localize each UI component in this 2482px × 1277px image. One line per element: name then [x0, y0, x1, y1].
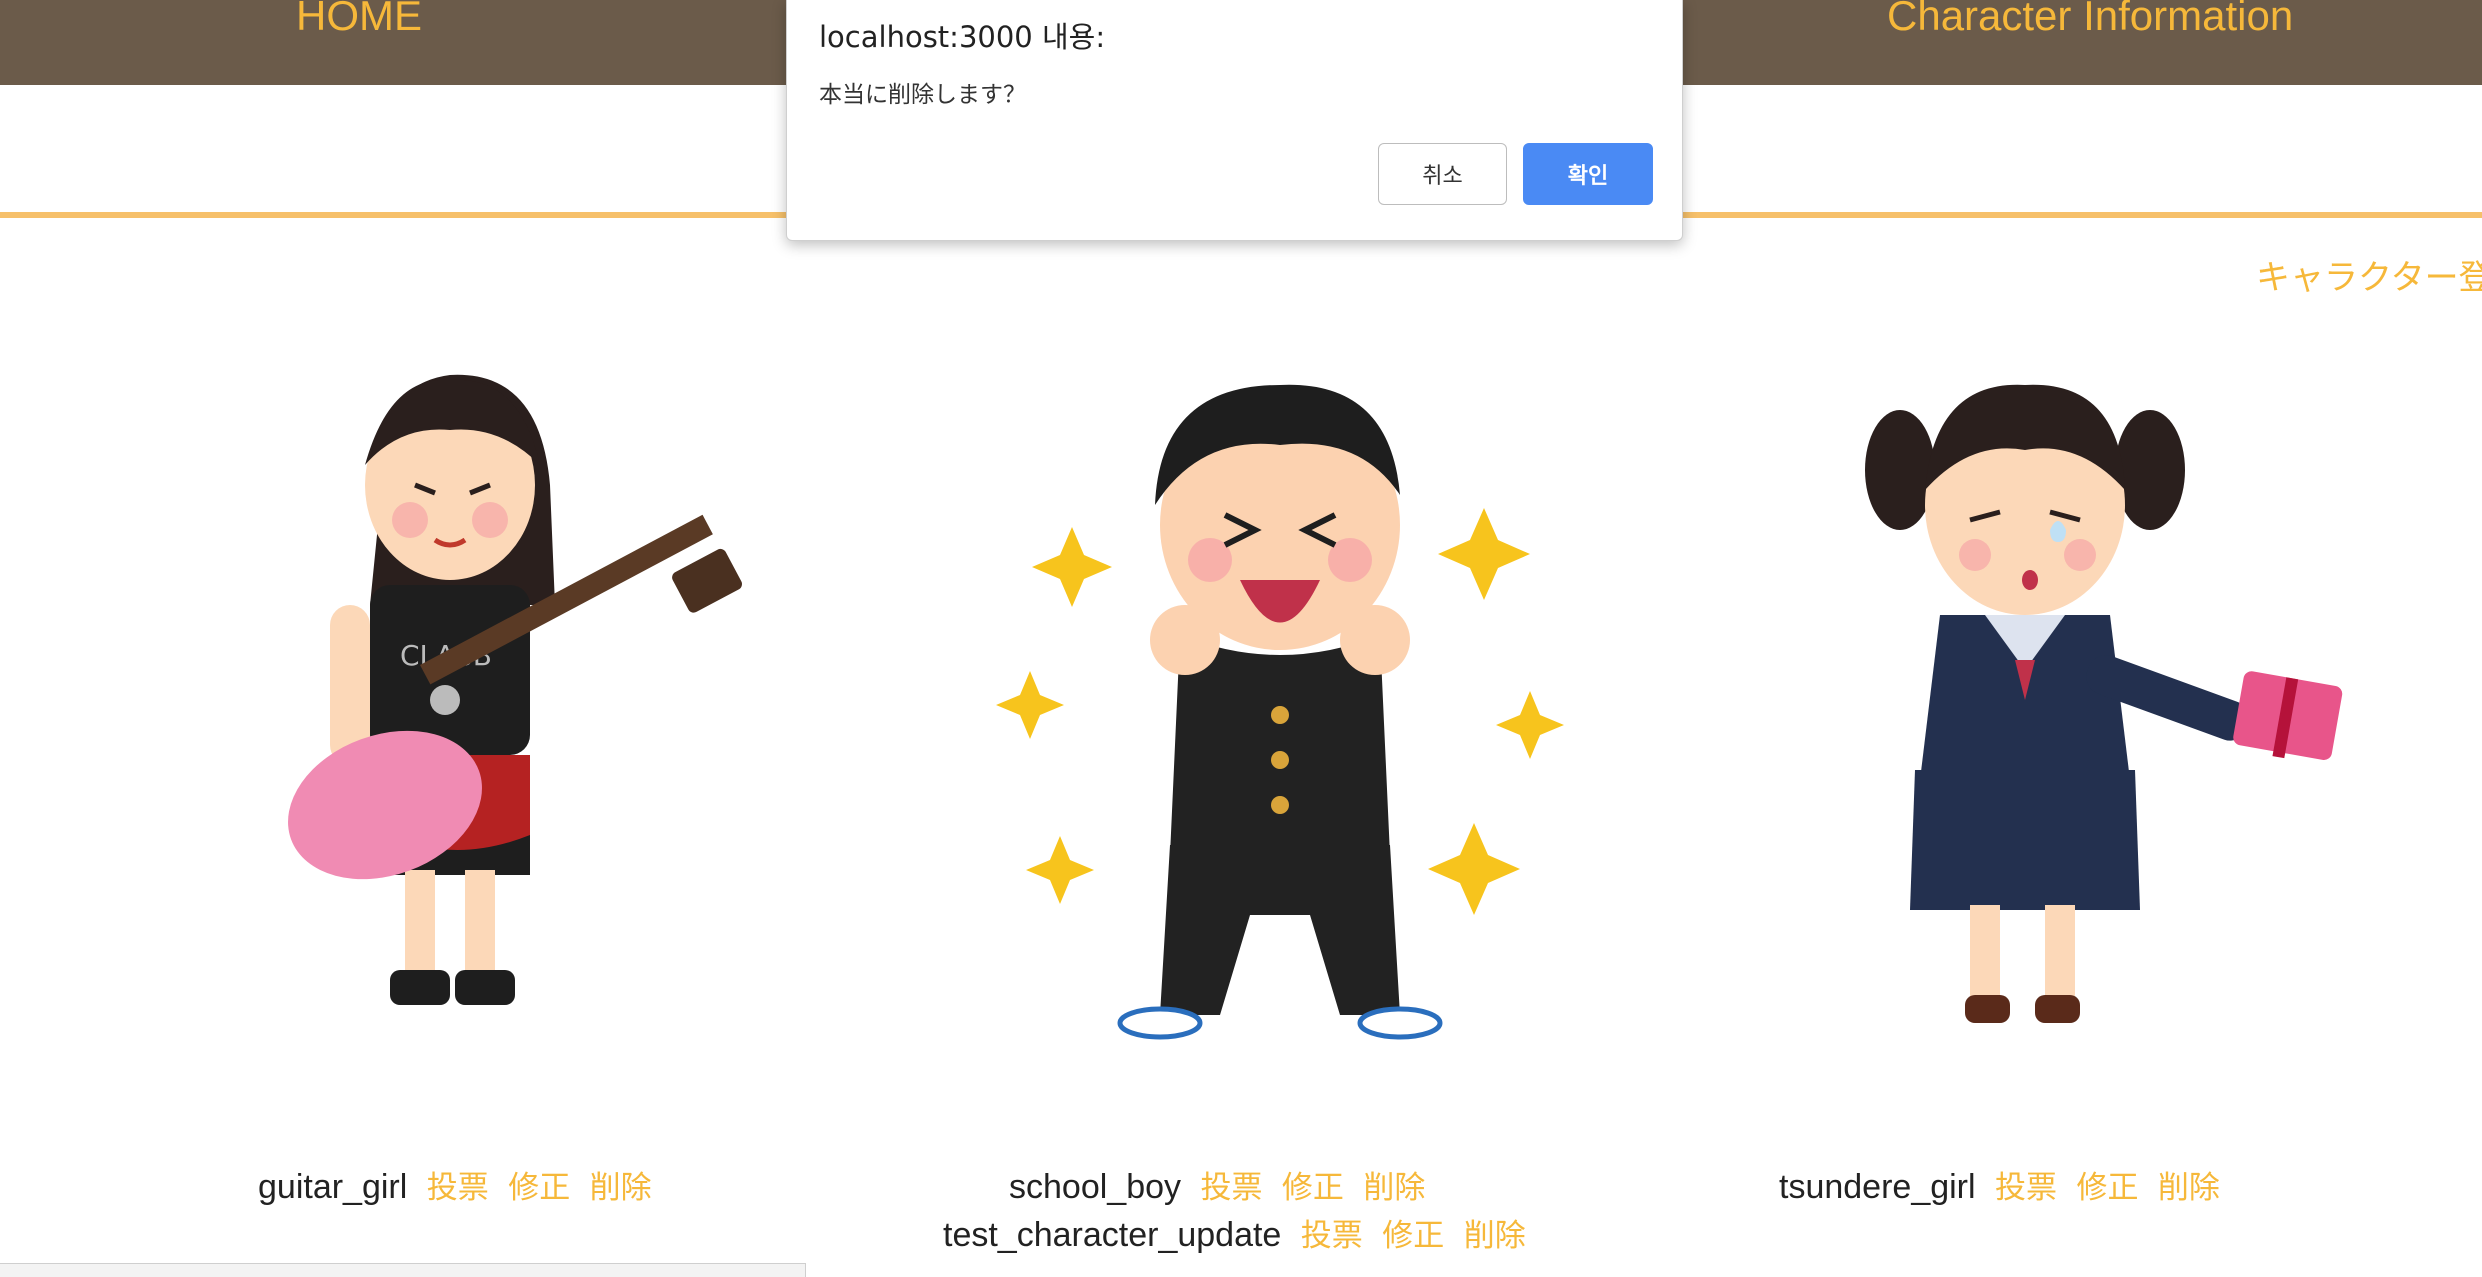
character-caption-guitar-girl: guitar_girl 投票 修正 削除: [258, 1162, 652, 1207]
school-boy-image: [996, 384, 1564, 1040]
delete-link[interactable]: 削除: [1464, 1218, 1526, 1254]
character-caption-school-boy: school_boy 投票 修正 削除: [1009, 1162, 1425, 1207]
nav-home-link[interactable]: HOME: [296, 0, 422, 40]
tsundere-girl-image: [1865, 384, 2343, 1023]
vote-link[interactable]: 投票: [1200, 1170, 1262, 1206]
delete-link[interactable]: 削除: [2158, 1170, 2220, 1206]
dialog-title: localhost:3000 내용:: [819, 20, 1106, 54]
edit-link[interactable]: 修正: [1282, 1170, 1344, 1206]
delete-link[interactable]: 削除: [1363, 1170, 1425, 1206]
character-register-link[interactable]: キャラクター登: [2256, 250, 2482, 299]
edit-link[interactable]: 修正: [508, 1170, 570, 1206]
character-name: tsundere_girl: [1779, 1168, 1976, 1206]
character-name: test_character_update: [943, 1216, 1282, 1254]
confirm-dialog: localhost:3000 내용: 本当に削除します？ 취소 확인: [786, 0, 1683, 241]
browser-bottom-bar: [0, 1263, 806, 1277]
vote-link[interactable]: 投票: [427, 1170, 489, 1206]
delete-link[interactable]: 削除: [590, 1170, 652, 1206]
character-caption-test-character-update: test_character_update 投票 修正 削除: [943, 1210, 1526, 1255]
guitar-girl-image: CLASB: [288, 374, 742, 1005]
character-name: school_boy: [1009, 1168, 1182, 1206]
nav-character-information-link[interactable]: Character Information: [1887, 0, 2293, 40]
edit-link[interactable]: 修正: [2076, 1170, 2138, 1206]
edit-link[interactable]: 修正: [1382, 1218, 1444, 1254]
character-caption-tsundere-girl: tsundere_girl 投票 修正 削除: [1779, 1162, 2220, 1207]
cancel-button[interactable]: 취소: [1378, 143, 1507, 205]
dialog-message: 本当に削除します？: [819, 82, 1026, 108]
vote-link[interactable]: 投票: [1301, 1218, 1363, 1254]
character-name: guitar_girl: [258, 1168, 408, 1206]
ok-button[interactable]: 확인: [1523, 143, 1653, 205]
vote-link[interactable]: 投票: [1995, 1170, 2057, 1206]
